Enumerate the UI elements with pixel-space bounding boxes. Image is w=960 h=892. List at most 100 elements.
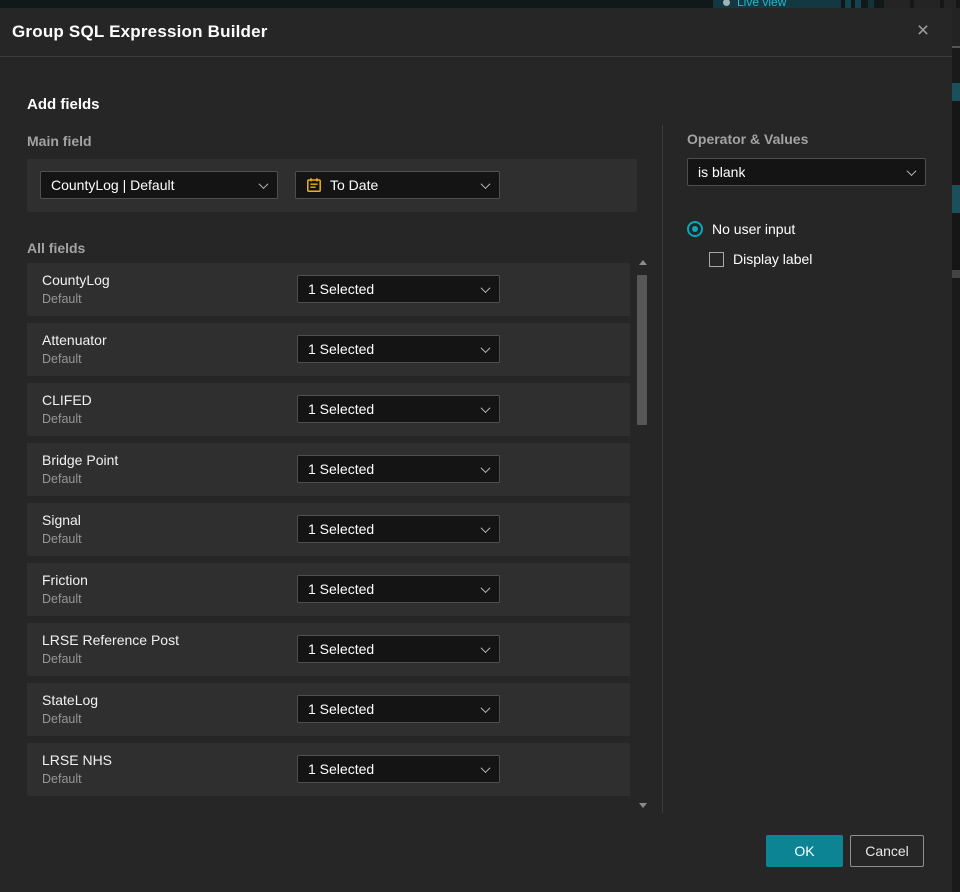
field-row: CountyLog Default 1 Selected [27,263,630,316]
field-row: Bridge Point Default 1 Selected [27,443,630,496]
field-values-select-value: 1 Selected [308,701,375,717]
display-label-checkbox[interactable]: Display label [709,251,812,267]
field-subtitle: Default [42,352,82,366]
field-values-select-value: 1 Selected [308,341,375,357]
field-name: StateLog [42,692,99,708]
field-name: Bridge Point [42,452,119,468]
checkbox-icon[interactable] [709,251,724,267]
live-view-label: Live view [737,0,787,8]
field-name: Attenuator [42,332,107,348]
main-field-value: To Date [330,177,379,193]
toolbar-icon-bar [944,0,956,8]
radio-icon[interactable] [687,221,703,237]
field-row: LRSE Reference Post Default 1 Selected [27,623,630,676]
background-app-toolbar: Live view [0,0,960,8]
display-label-label: Display label [733,251,813,267]
toolbar-icon-bar [914,0,940,8]
field-values-select-value: 1 Selected [308,401,375,417]
chevron-down-icon [258,178,269,189]
background-app-edge [952,8,960,892]
add-fields-heading: Add fields [27,96,100,113]
chevron-down-icon [480,342,491,353]
dialog-title: Group SQL Expression Builder [12,22,268,41]
field-values-select[interactable]: 1 Selected [297,755,500,783]
field-subtitle: Default [42,652,82,666]
field-values-select-value: 1 Selected [308,521,375,537]
no-user-input-radio[interactable]: No user input [687,221,795,237]
scroll-up-icon[interactable] [639,260,647,265]
field-values-select-value: 1 Selected [308,761,375,777]
field-values-select[interactable]: 1 Selected [297,455,500,483]
ok-button[interactable]: OK [766,835,843,867]
field-values-select[interactable]: 1 Selected [297,575,500,603]
field-subtitle: Default [42,712,82,726]
field-values-select[interactable]: 1 Selected [297,335,500,363]
field-name: LRSE NHS [42,752,113,768]
field-values-select-value: 1 Selected [308,281,375,297]
no-user-input-label: No user input [712,221,796,237]
field-values-select[interactable]: 1 Selected [297,275,500,303]
background-selected-item [952,83,960,101]
chevron-down-icon [480,402,491,413]
main-field-label: Main field [27,133,92,149]
chevron-down-icon [480,282,491,293]
field-row: CLIFED Default 1 Selected [27,383,630,436]
main-field-select-value: CountyLog | Default [51,177,175,193]
scroll-down-icon[interactable] [639,803,647,808]
chevron-down-icon [480,702,491,713]
field-row: Attenuator Default 1 Selected [27,323,630,376]
scrollbar-thumb[interactable] [637,275,647,425]
field-values-select-value: 1 Selected [308,581,375,597]
operator-select-value: is blank [698,164,746,180]
operator-select[interactable]: is blank [687,158,926,186]
chevron-down-icon [480,462,491,473]
field-subtitle: Default [42,472,82,486]
toolbar-icon-bar [855,0,861,8]
chevron-down-icon [480,582,491,593]
field-values-select[interactable]: 1 Selected [297,395,500,423]
field-subtitle: Default [42,772,82,786]
field-name: LRSE Reference Post [42,632,179,648]
toolbar-icon-bar [845,0,851,8]
field-row: StateLog Default 1 Selected [27,683,630,736]
live-view-toggle[interactable]: Live view [713,0,841,8]
cancel-button[interactable]: Cancel [850,835,924,867]
chevron-down-icon [480,642,491,653]
field-row: Friction Default 1 Selected [27,563,630,616]
field-row: Signal Default 1 Selected [27,503,630,556]
field-subtitle: Default [42,292,82,306]
all-fields-label: All fields [27,240,86,256]
field-name: Signal [42,512,81,528]
chevron-down-icon [480,762,491,773]
main-field-select[interactable]: CountyLog | Default [40,171,278,199]
main-field-value-select[interactable]: To Date [295,171,500,199]
field-name: CountyLog [42,272,110,288]
field-values-select[interactable]: 1 Selected [297,635,500,663]
field-subtitle: Default [42,532,82,546]
field-subtitle: Default [42,412,82,426]
dialog-header: Group SQL Expression Builder × [0,8,952,57]
calendar-icon [307,178,321,192]
field-values-select-value: 1 Selected [308,461,375,477]
field-name: CLIFED [42,392,92,408]
field-values-select[interactable]: 1 Selected [297,695,500,723]
toolbar-icon-bar [868,0,874,8]
chevron-down-icon [480,522,491,533]
group-sql-expression-builder-dialog: Group SQL Expression Builder × Add field… [0,8,952,892]
field-values-select[interactable]: 1 Selected [297,515,500,543]
field-subtitle: Default [42,592,82,606]
chevron-down-icon [906,165,917,176]
close-icon[interactable]: × [912,20,934,43]
live-view-toggle-dot [723,0,730,6]
operator-values-label: Operator & Values [687,131,809,147]
fields-list-scrollbar[interactable] [636,258,650,810]
all-fields-list: CountyLog Default 1 Selected Attenuator … [27,263,630,803]
background-selected-item [952,185,960,213]
field-row: LRSE NHS Default 1 Selected [27,743,630,796]
field-name: Friction [42,572,88,588]
field-values-select-value: 1 Selected [308,641,375,657]
panel-divider [662,125,663,813]
main-field-row: CountyLog | Default To Date [27,159,637,212]
toolbar-icon-bar [884,0,910,8]
chevron-down-icon [480,178,491,189]
